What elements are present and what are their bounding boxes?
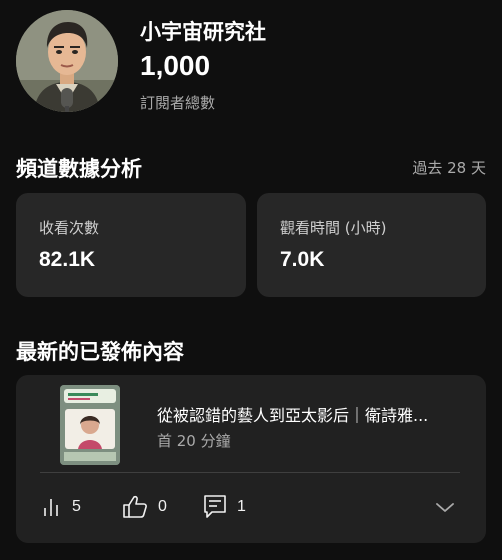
watch-time-metric-label: 觀看時間 (小時)	[280, 219, 387, 237]
channel-header: 小宇宙研究社 1,000 訂閱者總數	[16, 10, 486, 118]
thumbs-up-icon	[122, 495, 148, 519]
analytics-title: 頻道數據分析	[16, 157, 142, 181]
latest-content-card: 從被認錯的藝人到亞太影后｜衛詩雅... 首 20 分鐘 5 0 1	[16, 375, 486, 543]
video-likes-stat[interactable]: 0	[122, 490, 167, 524]
subscriber-count: 1,000	[140, 50, 211, 81]
views-metric-label: 收看次數	[39, 219, 100, 237]
watch-time-metric-card[interactable]: 觀看時間 (小時) 7.0K	[257, 193, 486, 297]
analytics-period: 過去 28 天	[412, 159, 486, 177]
channel-name: 小宇宙研究社	[140, 20, 266, 44]
watch-time-metric-value: 7.0K	[280, 248, 325, 271]
chevron-down-icon	[436, 503, 454, 512]
thumbnail-image	[60, 385, 120, 465]
video-meta: 首 20 分鐘	[157, 432, 231, 450]
divider	[40, 472, 460, 473]
comment-icon	[203, 494, 227, 520]
video-views-count: 5	[72, 498, 81, 515]
bar-chart-icon	[42, 497, 62, 517]
avatar-illustration	[16, 10, 118, 112]
video-comments-count: 1	[237, 498, 246, 515]
views-metric-value: 82.1K	[39, 248, 96, 271]
video-comments-stat[interactable]: 1	[203, 490, 246, 524]
video-stats-row: 5 0 1	[16, 490, 486, 524]
latest-content-title: 最新的已發佈內容	[16, 340, 184, 364]
video-thumbnail[interactable]	[60, 385, 120, 465]
subscriber-label: 訂閱者總數	[140, 94, 216, 112]
expand-button[interactable]	[434, 497, 456, 517]
views-metric-card[interactable]: 收看次數 82.1K	[16, 193, 246, 297]
video-title[interactable]: 從被認錯的藝人到亞太影后｜衛詩雅...	[157, 402, 457, 426]
video-likes-count: 0	[158, 498, 167, 515]
video-views-stat[interactable]: 5	[42, 490, 81, 524]
channel-avatar[interactable]	[16, 10, 118, 112]
